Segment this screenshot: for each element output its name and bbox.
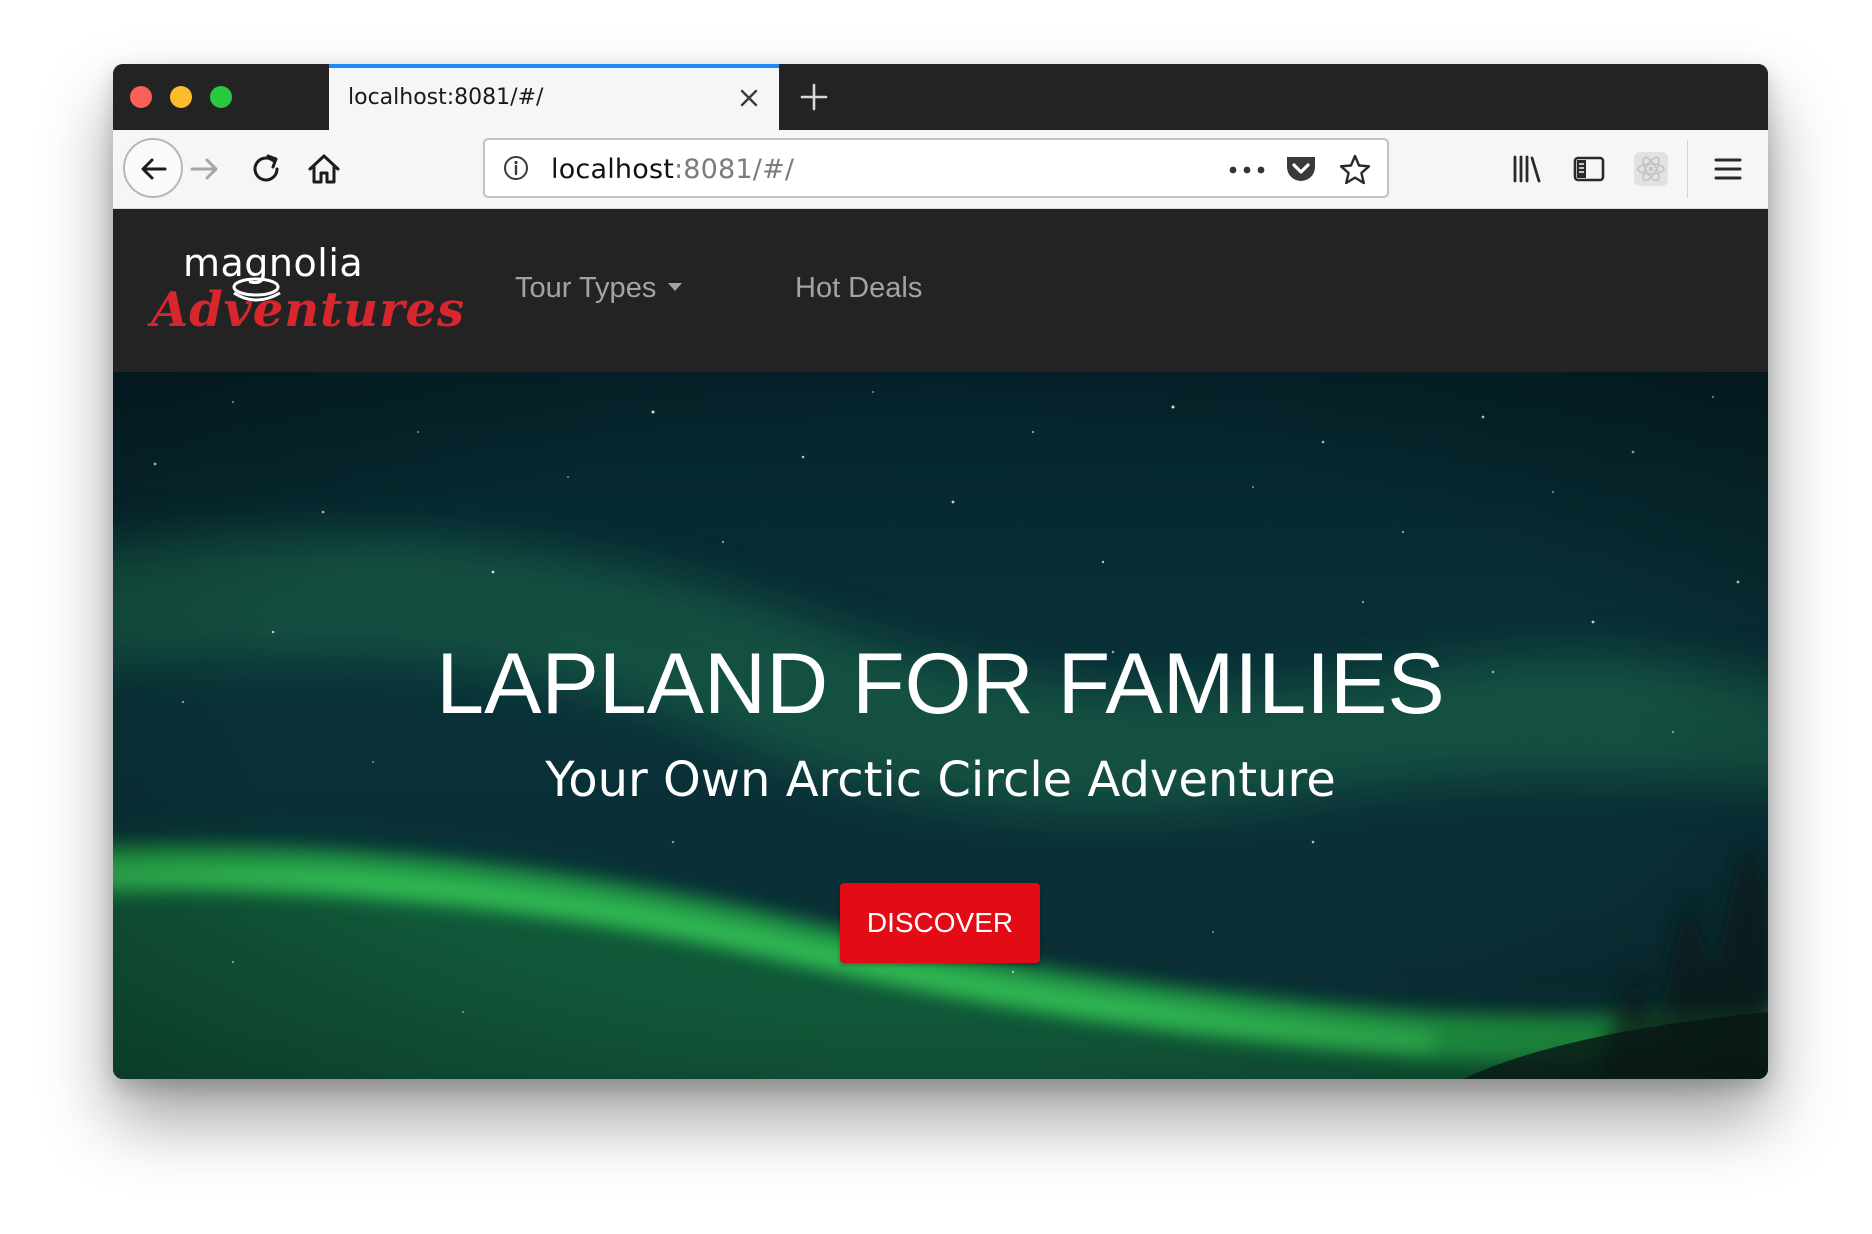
toolbar-divider (1687, 140, 1688, 198)
browser-tab-active[interactable]: localhost:8081/#/ (329, 64, 779, 130)
url-path: :8081/#/ (674, 154, 795, 185)
url-text[interactable]: localhost:8081/#/ (551, 154, 794, 185)
window-zoom-button[interactable] (210, 86, 232, 108)
tab-strip: localhost:8081/#/ (113, 64, 1768, 130)
window-close-button[interactable] (130, 86, 152, 108)
arrow-right-icon[interactable] (185, 149, 225, 189)
browser-toolbar: localhost:8081/#/ (113, 130, 1768, 209)
sidebar-icon[interactable] (1569, 149, 1609, 189)
web-page: magnolia Adventures Tour Types Hot Deals (113, 209, 1768, 1079)
discover-button[interactable]: DISCOVER (840, 883, 1040, 963)
close-icon[interactable] (737, 86, 761, 110)
reload-icon[interactable] (246, 149, 286, 189)
nav-tour-types[interactable]: Tour Types (515, 272, 683, 305)
nav-hot-deals[interactable]: Hot Deals (795, 272, 922, 305)
nav-hot-deals-label: Hot Deals (795, 272, 923, 304)
logo-text-adventures: Adventures (151, 282, 466, 338)
window-minimize-button[interactable] (170, 86, 192, 108)
info-icon[interactable] (503, 155, 529, 181)
arrow-left-icon (141, 158, 167, 180)
pocket-icon[interactable] (1285, 154, 1317, 184)
browser-window: localhost:8081/#/ localhost:8081/#/ magn… (113, 64, 1768, 1079)
back-button[interactable] (123, 138, 183, 198)
caret-down-icon (668, 283, 683, 292)
hamburger-icon[interactable] (1708, 149, 1748, 189)
tab-title: localhost:8081/#/ (348, 85, 544, 110)
nav-tour-types-label: Tour Types (515, 272, 657, 304)
star-icon[interactable] (1338, 153, 1372, 187)
hero-banner: LAPLAND FOR FAMILIES Your Own Arctic Cir… (113, 372, 1768, 1079)
site-header: magnolia Adventures Tour Types Hot Deals (113, 209, 1768, 372)
hero-subtitle: Your Own Arctic Circle Adventure (545, 752, 1336, 808)
library-icon[interactable] (1507, 149, 1547, 189)
hero-title: LAPLAND FOR FAMILIES (436, 636, 1445, 732)
plus-icon[interactable] (799, 82, 829, 112)
react-icon[interactable] (1631, 149, 1671, 189)
more-dots-icon[interactable] (1229, 166, 1265, 174)
home-icon[interactable] (304, 149, 344, 189)
address-bar[interactable]: localhost:8081/#/ (483, 138, 1389, 198)
url-host: localhost (551, 154, 674, 185)
